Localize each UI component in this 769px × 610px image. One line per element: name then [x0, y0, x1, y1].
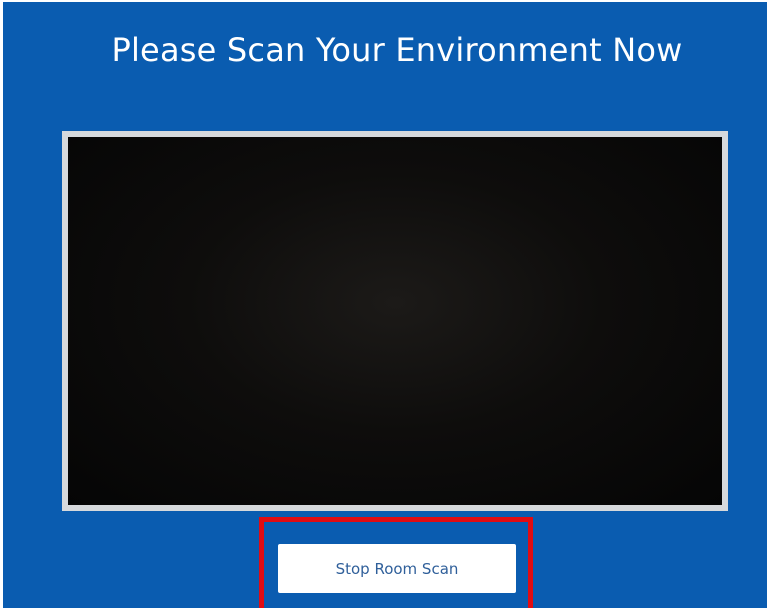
room-scan-panel: Please Scan Your Environment Now Stop Ro…	[3, 2, 767, 608]
stop-room-scan-button[interactable]: Stop Room Scan	[278, 544, 516, 593]
camera-preview	[62, 131, 728, 511]
page-title: Please Scan Your Environment Now	[111, 31, 683, 69]
